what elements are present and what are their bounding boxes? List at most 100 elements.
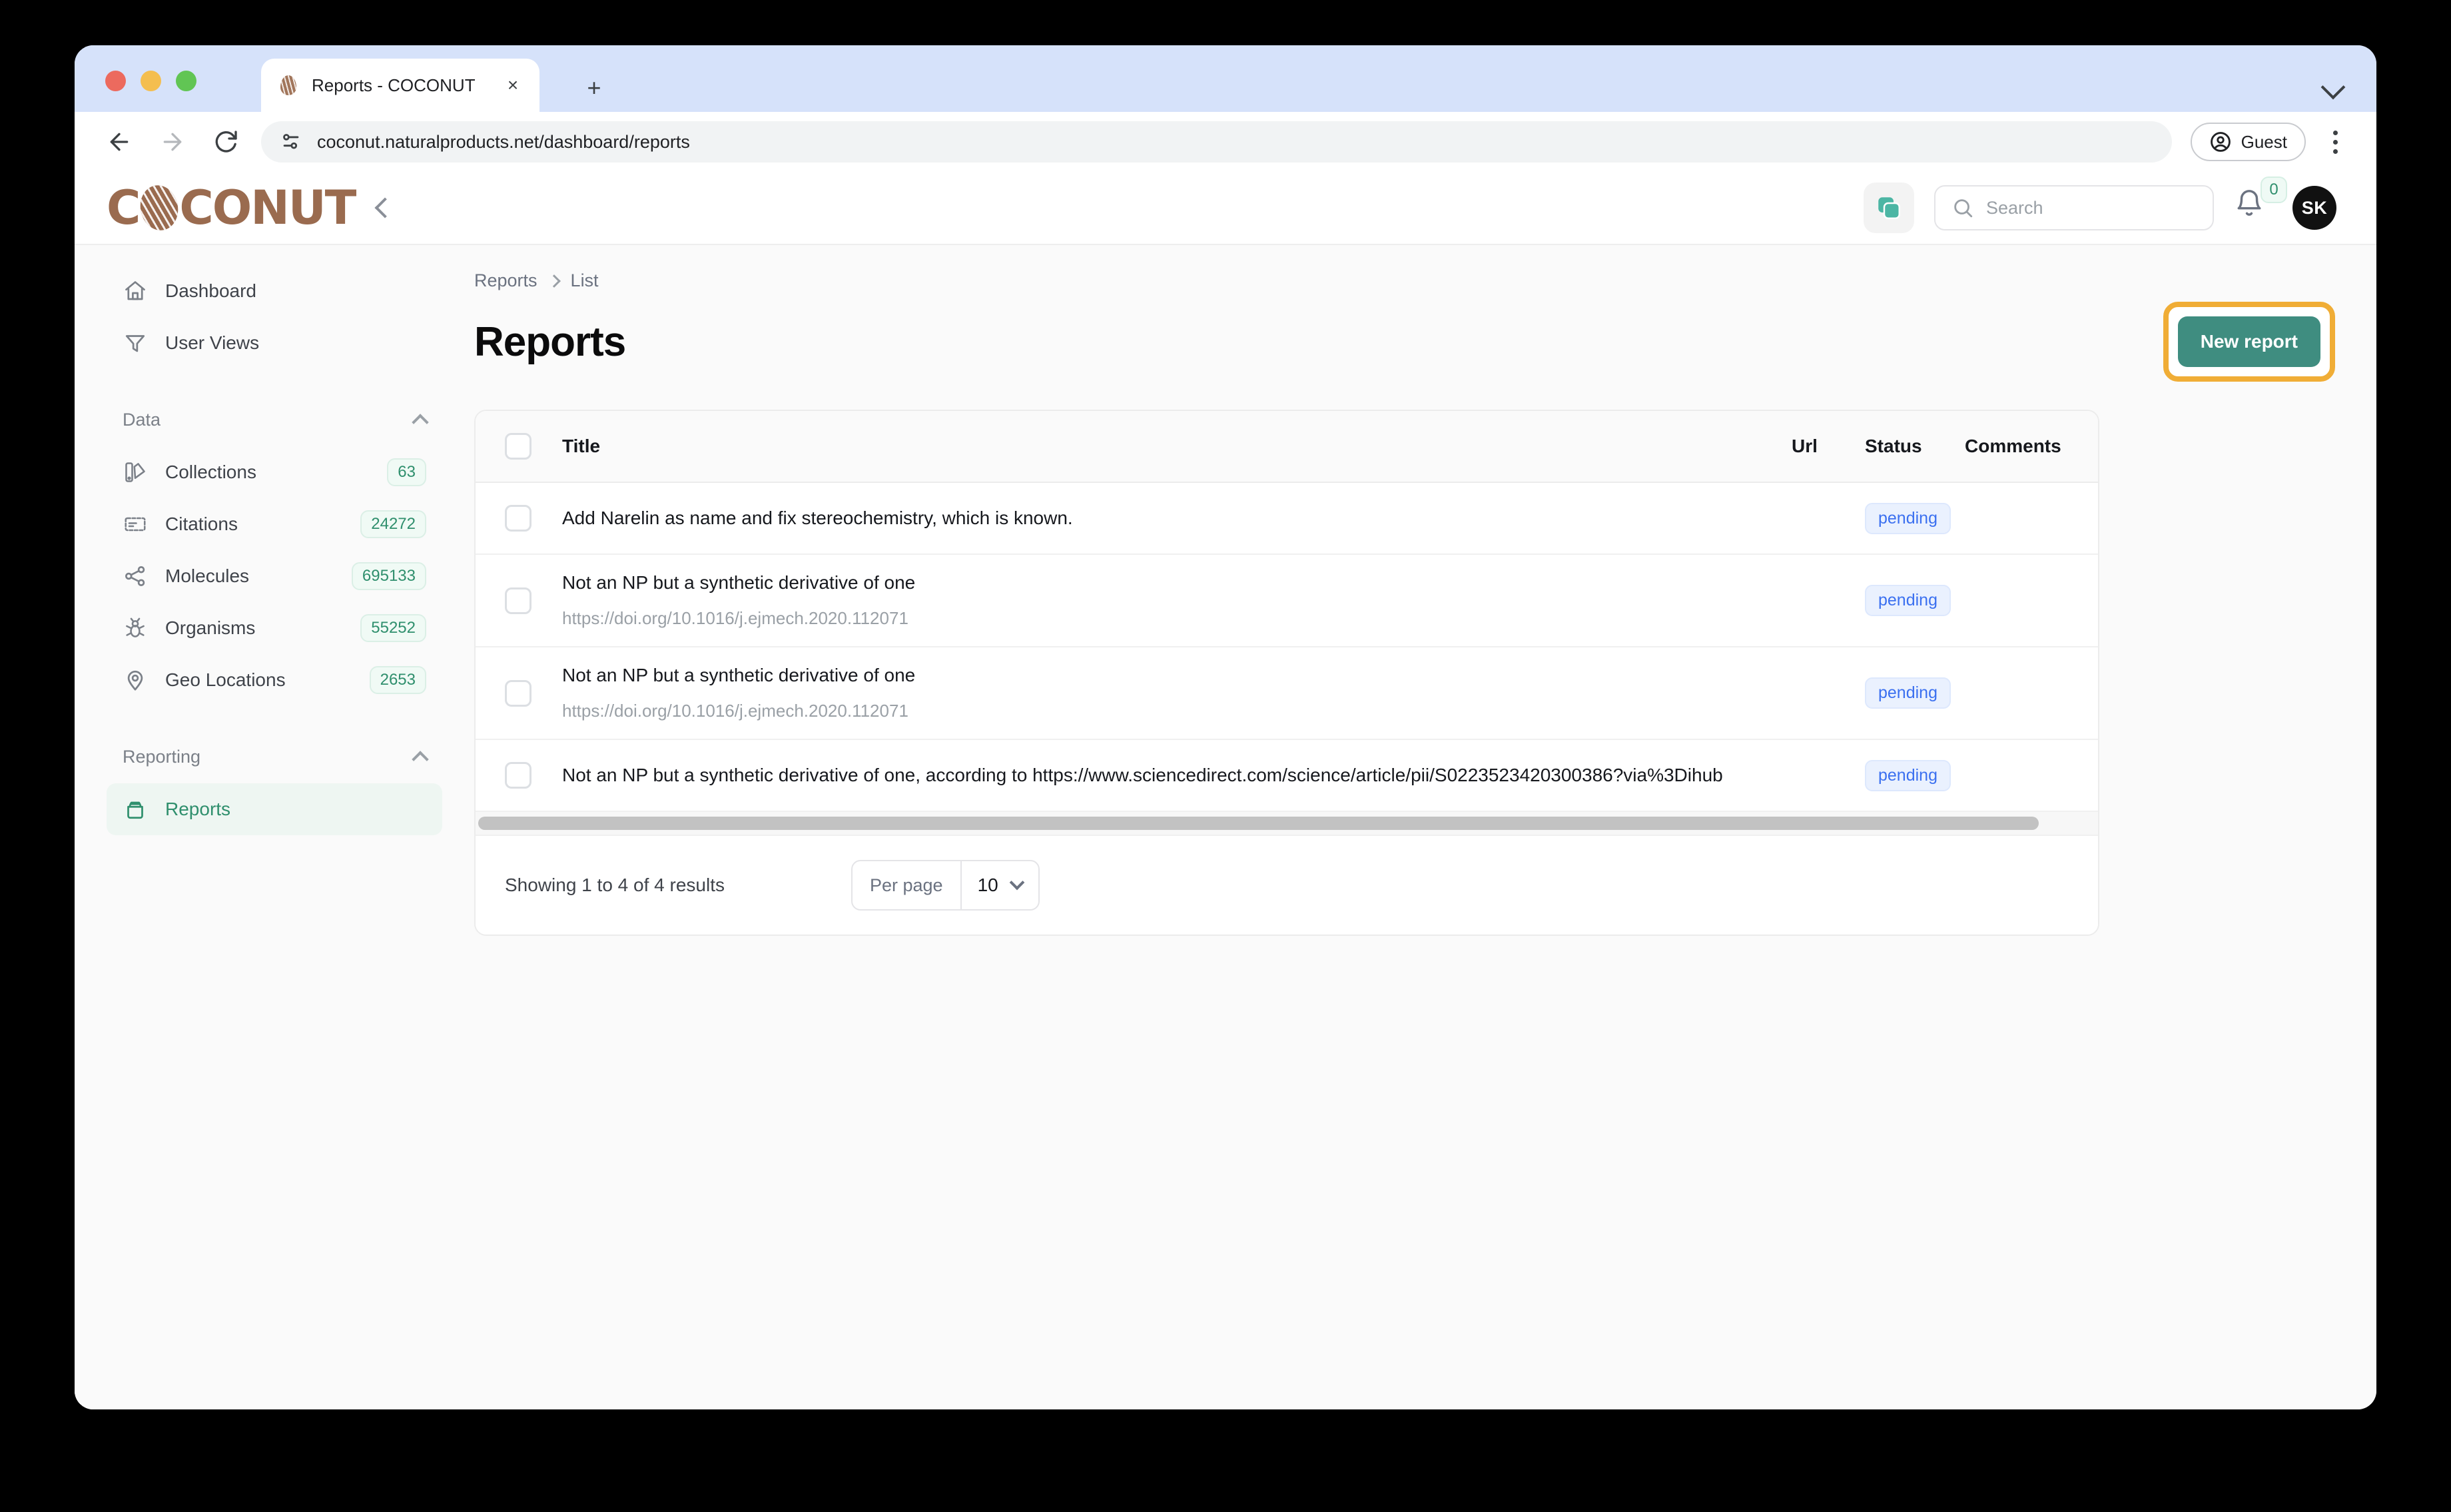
column-header-url[interactable]: Url [1792,436,1865,457]
notification-count-badge: 0 [2261,177,2287,203]
sidebar-item-collections[interactable]: Collections 63 [107,446,442,498]
sidebar-item-count: 2653 [369,666,426,694]
sidebar-item-reports[interactable]: Reports [107,783,442,835]
sidebar-item-molecules[interactable]: Molecules 695133 [107,550,442,602]
sidebar-item-label: Dashboard [165,280,256,301]
row-title-cell: Not an NP but a synthetic derivative of … [531,665,1792,721]
home-icon [123,278,148,304]
column-header-comments[interactable]: Comments [1965,436,2098,457]
sidebar-item-label: Citations [165,514,238,534]
table-row[interactable]: Add Narelin as name and fix stereochemis… [476,483,2098,555]
close-window-button[interactable] [105,71,126,91]
molecule-icon [123,564,148,589]
profile-button[interactable]: Guest [2190,123,2306,161]
per-page-control[interactable]: Per page 10 [851,860,1040,911]
sidebar-group-reporting[interactable]: Reporting [107,738,442,775]
browser-tab-strip: Reports - COCONUT × + [75,45,2376,112]
coconut-logo[interactable]: C CONUT [107,181,356,235]
sidebar-item-count: 695133 [351,562,426,590]
close-tab-icon[interactable]: × [501,76,525,95]
collapse-sidebar-icon[interactable] [374,197,396,218]
row-subtitle-url[interactable]: https://doi.org/10.1016/j.ejmech.2020.11… [562,608,1792,629]
sidebar-item-organisms[interactable]: Organisms 55252 [107,602,442,654]
copy-layers-button[interactable] [1864,183,1914,233]
per-page-value: 10 [977,875,998,895]
chevron-right-icon [547,274,561,288]
reports-icon [123,797,148,822]
logo-text-after: CONUT [179,181,356,235]
sidebar-item-count: 63 [387,458,426,486]
main-content: Reports List Reports New report Title Ur… [474,245,2376,1409]
row-checkbox[interactable] [505,587,531,614]
search-placeholder: Search [1986,197,2043,218]
select-all-checkbox[interactable] [505,433,531,460]
minimize-window-button[interactable] [141,71,161,91]
row-status-cell: pending [1865,677,1965,709]
table-row[interactable]: Not an NP but a synthetic derivative of … [476,555,2098,647]
window-traffic-lights [105,71,196,91]
row-checkbox[interactable] [505,505,531,532]
column-header-status[interactable]: Status [1865,436,1965,457]
sidebar-item-dashboard[interactable]: Dashboard [107,265,442,317]
status-badge: pending [1865,759,1951,791]
browser-window: Reports - COCONUT × + coconut.naturalpro… [75,45,2376,1409]
sidebar-item-citations[interactable]: Citations 24272 [107,498,442,550]
chevron-up-icon [412,413,429,431]
app-header: C CONUT Search 0 SK [75,172,2376,245]
row-status-cell: pending [1865,502,1965,534]
row-checkbox[interactable] [505,762,531,789]
page-title: Reports [474,318,626,365]
new-tab-button[interactable]: + [581,76,607,100]
sidebar-item-label: Collections [165,462,256,482]
sidebar: Dashboard User Views Data Collections 63… [75,245,474,1409]
table-horizontal-scrollbar[interactable] [476,812,2098,835]
account-icon [2210,132,2231,152]
row-status-cell: pending [1865,759,1965,791]
chevron-down-icon [1009,875,1025,891]
forward-icon[interactable] [155,124,190,160]
site-settings-icon[interactable] [278,129,304,155]
avatar[interactable]: SK [2292,186,2336,230]
address-bar[interactable]: coconut.naturalproducts.net/dashboard/re… [261,121,2172,163]
notifications-button[interactable]: 0 [2234,177,2287,228]
table-row[interactable]: Not an NP but a synthetic derivative of … [476,740,2098,812]
collections-icon [123,460,148,485]
row-title-cell: Not an NP but a synthetic derivative of … [531,572,1792,629]
scrollbar-thumb[interactable] [478,817,2039,830]
sidebar-item-count: 55252 [360,614,426,642]
row-checkbox[interactable] [505,679,531,707]
browser-toolbar: coconut.naturalproducts.net/dashboard/re… [75,112,2376,172]
column-header-title[interactable]: Title [531,436,1792,457]
table-row[interactable]: Not an NP but a synthetic derivative of … [476,647,2098,740]
table-footer: Showing 1 to 4 of 4 results Per page 10 [476,835,2098,935]
sidebar-group-data[interactable]: Data [107,401,442,438]
profile-label: Guest [2241,131,2287,152]
sidebar-item-user-views[interactable]: User Views [107,317,442,369]
back-icon[interactable] [101,124,137,160]
organism-icon [123,615,148,641]
sidebar-item-label: Organisms [165,617,256,638]
reload-icon[interactable] [208,124,244,160]
row-title: Add Narelin as name and fix stereochemis… [562,508,1073,528]
breadcrumb-root[interactable]: Reports [474,270,537,291]
browser-tab-title: Reports - COCONUT [312,75,476,95]
per-page-select[interactable]: 10 [960,861,1038,909]
status-badge: pending [1865,502,1951,534]
chevron-down-icon[interactable] [2320,75,2346,100]
row-title-cell: Add Narelin as name and fix stereochemis… [531,508,1792,529]
breadcrumb-current: List [570,270,599,290]
search-input[interactable]: Search [1934,185,2214,230]
status-badge: pending [1865,585,1951,616]
row-subtitle-url[interactable]: https://doi.org/10.1016/j.ejmech.2020.11… [562,701,1792,721]
sidebar-item-geo-locations[interactable]: Geo Locations 2653 [107,654,442,706]
table-header-row: Title Url Status Comments [476,411,2098,483]
logo-text-before: C [107,181,141,235]
browser-tab[interactable]: Reports - COCONUT × [261,59,539,112]
maximize-window-button[interactable] [176,71,196,91]
row-title: Not an NP but a synthetic derivative of … [562,572,916,593]
browser-menu-icon[interactable] [2320,124,2350,160]
per-page-label: Per page [869,875,943,895]
coconut-favicon-icon [276,73,301,98]
new-report-button[interactable]: New report [2177,316,2320,367]
sidebar-item-label: Molecules [165,566,250,586]
